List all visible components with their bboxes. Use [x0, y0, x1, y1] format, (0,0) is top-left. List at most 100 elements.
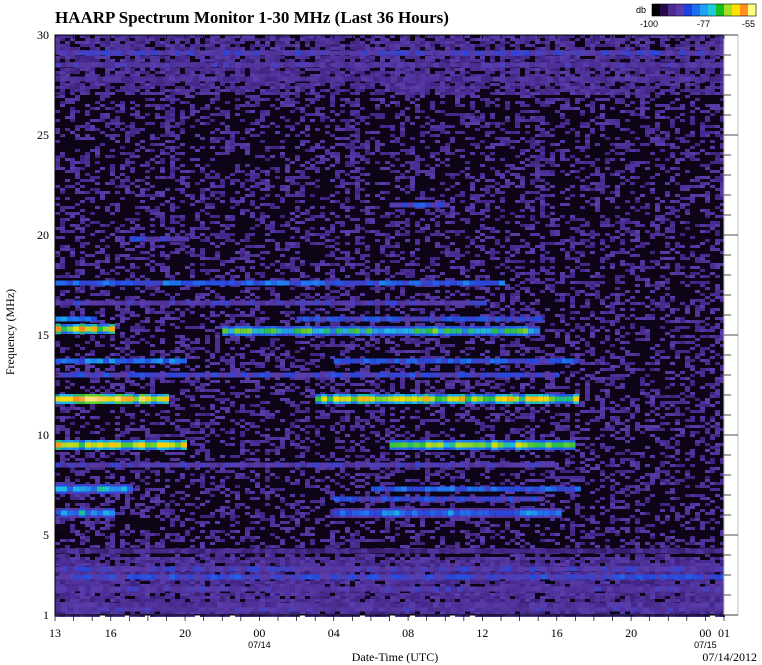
noise-cell	[315, 107, 320, 110]
noise-cell	[210, 542, 215, 545]
noise-cell	[185, 101, 190, 104]
noise-cell	[310, 263, 315, 266]
noise-cell	[325, 218, 330, 221]
noise-cell	[155, 422, 160, 425]
noise-cell	[325, 158, 330, 161]
noise-cell	[75, 89, 80, 92]
noise-cell	[270, 155, 275, 158]
noise-cell	[180, 314, 185, 317]
noise-cell	[65, 545, 70, 548]
noise-cell	[195, 599, 200, 602]
noise-cell	[215, 347, 220, 350]
noise-cell	[90, 125, 95, 128]
noise-cell	[285, 41, 290, 44]
noise-cell	[300, 221, 305, 224]
noise-cell	[80, 557, 85, 560]
noise-cell	[150, 59, 155, 62]
noise-cell	[235, 179, 240, 182]
noise-cell	[120, 224, 125, 227]
noise-cell	[190, 146, 195, 149]
noise-cell	[80, 539, 85, 542]
noise-cell	[130, 470, 135, 473]
noise-cell	[145, 599, 150, 602]
noise-cell	[95, 155, 100, 158]
noise-cell	[215, 86, 220, 89]
noise-cell	[305, 557, 310, 560]
noise-cell	[130, 311, 135, 314]
noise-cell	[235, 41, 240, 44]
noise-cell	[70, 275, 75, 278]
noise-cell	[325, 404, 330, 407]
noise-cell	[210, 428, 215, 431]
noise-cell	[200, 554, 205, 557]
noise-cell	[250, 227, 255, 230]
noise-cell	[150, 506, 155, 509]
noise-cell	[160, 542, 165, 545]
noise-cell	[115, 326, 120, 329]
noise-cell	[60, 494, 65, 497]
noise-cell	[240, 92, 245, 95]
noise-cell	[120, 128, 125, 131]
noise-cell	[280, 527, 285, 530]
noise-cell	[55, 497, 60, 500]
noise-cell	[215, 251, 220, 254]
noise-cell	[220, 557, 225, 560]
noise-cell	[185, 365, 190, 368]
noise-cell	[235, 191, 240, 194]
noise-cell	[330, 296, 335, 299]
noise-cell	[85, 164, 90, 167]
noise-cell	[120, 476, 125, 479]
noise-cell	[175, 317, 180, 320]
noise-cell	[255, 176, 260, 179]
noise-cell	[115, 140, 120, 143]
noise-cell	[105, 290, 110, 293]
noise-cell	[180, 419, 185, 422]
noise-cell	[205, 425, 210, 428]
noise-cell	[250, 134, 255, 137]
noise-cell	[75, 530, 80, 533]
noise-cell	[60, 248, 65, 251]
noise-cell	[320, 68, 325, 71]
noise-cell	[160, 329, 165, 332]
noise-cell	[95, 425, 100, 428]
noise-cell	[280, 563, 285, 566]
noise-cell	[140, 242, 145, 245]
noise-cell	[235, 257, 240, 260]
noise-cell	[80, 563, 85, 566]
noise-cell	[55, 296, 60, 299]
noise-cell	[150, 488, 155, 491]
noise-cell	[55, 581, 60, 584]
noise-cell	[290, 503, 295, 506]
noise-cell	[160, 350, 165, 353]
noise-cell	[210, 389, 215, 392]
noise-cell	[335, 83, 340, 86]
noise-cell	[210, 596, 215, 599]
noise-cell	[215, 362, 220, 365]
noise-cell	[85, 104, 90, 107]
noise-cell	[80, 593, 85, 596]
noise-cell	[80, 86, 85, 89]
noise-cell	[250, 380, 255, 383]
noise-cell	[295, 191, 300, 194]
noise-cell	[150, 158, 155, 161]
noise-cell	[140, 38, 145, 41]
noise-cell	[110, 47, 115, 50]
noise-cell	[135, 545, 140, 548]
noise-cell	[235, 104, 240, 107]
noise-cell	[75, 260, 80, 263]
noise-cell	[190, 104, 195, 107]
noise-cell	[260, 599, 265, 602]
noise-cell	[250, 56, 255, 59]
noise-cell	[290, 260, 295, 263]
noise-cell	[75, 290, 80, 293]
noise-cell	[325, 485, 330, 488]
noise-cell	[80, 260, 85, 263]
noise-cell	[180, 344, 185, 347]
noise-cell	[260, 197, 265, 200]
noise-cell	[330, 521, 335, 524]
noise-cell	[175, 242, 180, 245]
noise-cell	[170, 317, 175, 320]
noise-cell	[60, 290, 65, 293]
noise-cell	[95, 518, 100, 521]
noise-cell	[265, 452, 270, 455]
